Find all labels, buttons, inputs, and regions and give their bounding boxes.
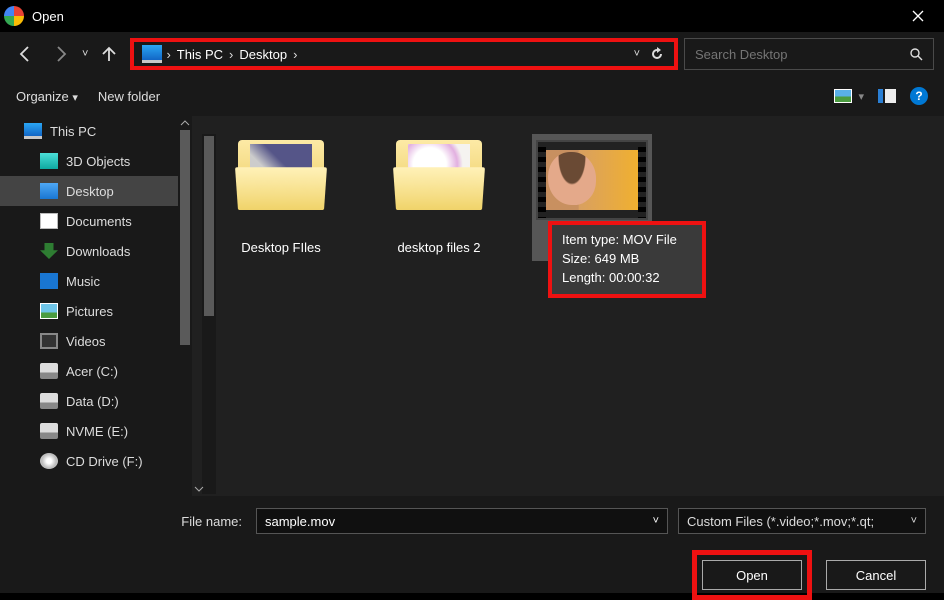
tree-drive-data[interactable]: Data (D:)	[0, 386, 192, 416]
drive-icon	[40, 393, 58, 409]
view-layout-button[interactable]	[878, 89, 896, 103]
tooltip-type-value: MOV File	[623, 232, 677, 247]
music-icon	[40, 273, 58, 289]
folder-item[interactable]: desktop files 2	[374, 134, 504, 261]
chevron-down-icon: ▾	[858, 90, 864, 103]
tree-pictures[interactable]: Pictures	[0, 296, 192, 326]
picture-icon	[834, 89, 852, 103]
forward-button[interactable]	[46, 39, 76, 69]
title-bar: Open	[0, 0, 944, 32]
tree-label: Pictures	[66, 304, 113, 319]
tree-label: Data (D:)	[66, 394, 119, 409]
tree-label: Music	[66, 274, 100, 289]
download-icon	[40, 243, 58, 259]
chrome-icon	[4, 6, 24, 26]
organize-label: Organize	[16, 89, 69, 104]
cancel-button[interactable]: Cancel	[826, 560, 926, 590]
tree-scrollbar[interactable]	[178, 116, 192, 496]
open-button[interactable]: Open	[702, 560, 802, 590]
tooltip-size-value: 649 MB	[595, 251, 640, 266]
filename-value: sample.mov	[265, 514, 335, 529]
tree-label: Videos	[66, 334, 106, 349]
video-icon	[40, 333, 58, 349]
breadcrumb-this-pc[interactable]: This PC	[171, 47, 229, 62]
toolbar: Organize ▾ New folder ▾ ?	[0, 76, 944, 116]
filename-input[interactable]: sample.mov ˅	[256, 508, 668, 534]
window-title: Open	[32, 9, 64, 24]
tree-label: Documents	[66, 214, 132, 229]
body: This PC 3D Objects Desktop Documents Dow…	[0, 116, 944, 496]
recent-locations-dropdown[interactable]: ˅	[82, 48, 88, 60]
video-thumbnail-icon	[536, 140, 648, 220]
tree-label: This PC	[50, 124, 96, 139]
tree-downloads[interactable]: Downloads	[0, 236, 192, 266]
organize-menu[interactable]: Organize ▾	[16, 89, 78, 104]
folder-icon	[396, 140, 482, 210]
tree-label: Acer (C:)	[66, 364, 118, 379]
tree-label: NVME (E:)	[66, 424, 128, 439]
pc-icon	[24, 123, 42, 139]
file-type-filter[interactable]: Custom Files (*.video;*.mov;*.qt; ˅	[678, 508, 926, 534]
tree-desktop[interactable]: Desktop	[0, 176, 192, 206]
back-button[interactable]	[10, 39, 40, 69]
filename-label: File name:	[18, 514, 246, 529]
nav-row: ˅ › This PC › Desktop › ˅	[0, 32, 944, 76]
scroll-thumb[interactable]	[180, 130, 190, 345]
drive-icon	[40, 423, 58, 439]
picture-icon	[40, 303, 58, 319]
chevron-right-icon[interactable]: ›	[293, 47, 297, 62]
tree-music[interactable]: Music	[0, 266, 192, 296]
item-label: Desktop FIles	[241, 240, 320, 255]
tooltip-length-label: Length:	[562, 270, 605, 285]
view-picture-mode[interactable]: ▾	[834, 89, 864, 103]
nav-tree: This PC 3D Objects Desktop Documents Dow…	[0, 116, 192, 496]
tree-videos[interactable]: Videos	[0, 326, 192, 356]
scroll-down-icon[interactable]	[192, 482, 206, 496]
folder-item[interactable]: Desktop FIles	[216, 134, 346, 261]
item-label: desktop files 2	[397, 240, 480, 255]
new-folder-button[interactable]: New folder	[98, 89, 160, 104]
up-button[interactable]	[94, 39, 124, 69]
layout-icon	[878, 89, 896, 103]
drive-icon	[40, 363, 58, 379]
tree-label: Downloads	[66, 244, 130, 259]
refresh-icon[interactable]	[650, 47, 664, 61]
tree-label: Desktop	[66, 184, 114, 199]
tree-label: CD Drive (F:)	[66, 454, 143, 469]
file-tooltip: Item type: MOV File Size: 649 MB Length:…	[548, 221, 706, 298]
tree-drive-acer[interactable]: Acer (C:)	[0, 356, 192, 386]
folder-icon	[238, 140, 324, 210]
pc-monitor-icon	[142, 45, 162, 63]
chevron-down-icon[interactable]: ˅	[653, 515, 659, 527]
document-icon	[40, 213, 58, 229]
tree-label: 3D Objects	[66, 154, 130, 169]
disc-icon	[40, 453, 58, 469]
tooltip-type-label: Item type:	[562, 232, 619, 247]
content-scrollbar[interactable]	[202, 134, 216, 494]
tree-this-pc[interactable]: This PC	[0, 116, 192, 146]
scroll-up-icon[interactable]	[178, 116, 192, 130]
breadcrumb-desktop[interactable]: Desktop	[233, 47, 293, 62]
desktop-icon	[40, 183, 58, 199]
tree-documents[interactable]: Documents	[0, 206, 192, 236]
tree-3d-objects[interactable]: 3D Objects	[0, 146, 192, 176]
tooltip-size-label: Size:	[562, 251, 591, 266]
cube-icon	[40, 153, 58, 169]
chevron-down-icon: ▾	[72, 92, 78, 104]
search-icon[interactable]	[909, 47, 923, 61]
search-input[interactable]	[695, 47, 909, 62]
tree-cd-drive[interactable]: CD Drive (F:)	[0, 446, 192, 476]
close-button[interactable]	[896, 0, 940, 32]
content-pane[interactable]: Desktop FIles desktop files 2 sa	[192, 116, 944, 496]
help-button[interactable]: ?	[910, 87, 928, 105]
history-dropdown[interactable]: ˅	[634, 48, 640, 60]
tree-drive-nvme[interactable]: NVME (E:)	[0, 416, 192, 446]
chevron-down-icon[interactable]: ˅	[911, 515, 917, 527]
breadcrumb[interactable]: › This PC › Desktop › ˅	[130, 38, 678, 70]
search-box[interactable]	[684, 38, 934, 70]
footer: File name: sample.mov ˅ Custom Files (*.…	[0, 496, 944, 593]
tooltip-length-value: 00:00:32	[609, 270, 660, 285]
scroll-thumb[interactable]	[204, 136, 214, 316]
filter-value: Custom Files (*.video;*.mov;*.qt;	[687, 514, 874, 529]
